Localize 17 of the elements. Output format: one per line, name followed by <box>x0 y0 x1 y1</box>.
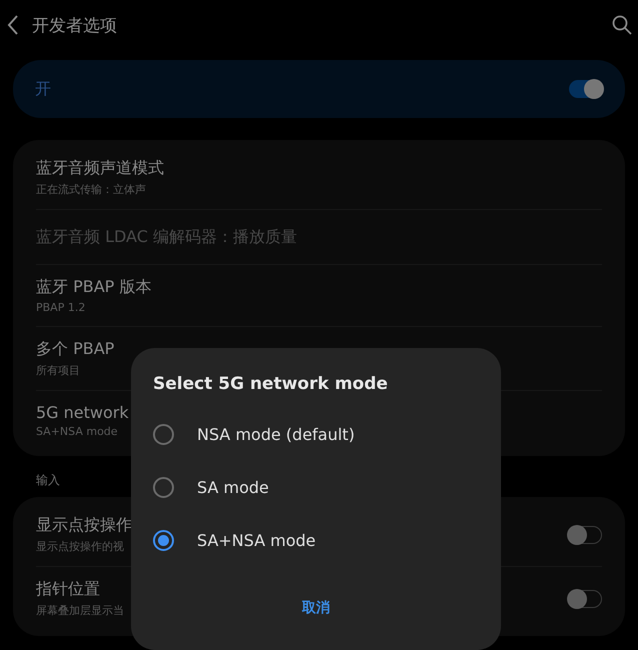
setting-subtitle: 正在流式传输：立体声 <box>36 182 147 197</box>
dialog-title: Select 5G network mode <box>153 374 389 394</box>
setting-subtitle: SA+NSA mode <box>36 425 119 438</box>
setting-title: 5G network <box>36 403 129 422</box>
setting-title: 蓝牙音频声道模式 <box>36 158 164 179</box>
setting-title: 指针位置 <box>36 579 101 600</box>
setting-title: 显示点按操作 <box>36 515 132 536</box>
setting-subtitle: PBAP 1.2 <box>36 301 86 314</box>
setting-subtitle: 显示点按操作的视 <box>36 539 125 554</box>
section-label: 输入 <box>36 472 60 489</box>
switch-label: 开 <box>35 78 51 100</box>
setting-title: 蓝牙 PBAP 版本 <box>36 277 152 298</box>
setting-subtitle: 屏幕叠加层显示当 <box>36 603 124 618</box>
setting-title: 蓝牙音频 LDAC 编解码器：播放质量 <box>36 226 297 248</box>
page-title: 开发者选项 <box>32 14 118 36</box>
setting-title: 多个 PBAP <box>36 339 114 360</box>
setting-subtitle: 所有项目 <box>36 363 81 378</box>
